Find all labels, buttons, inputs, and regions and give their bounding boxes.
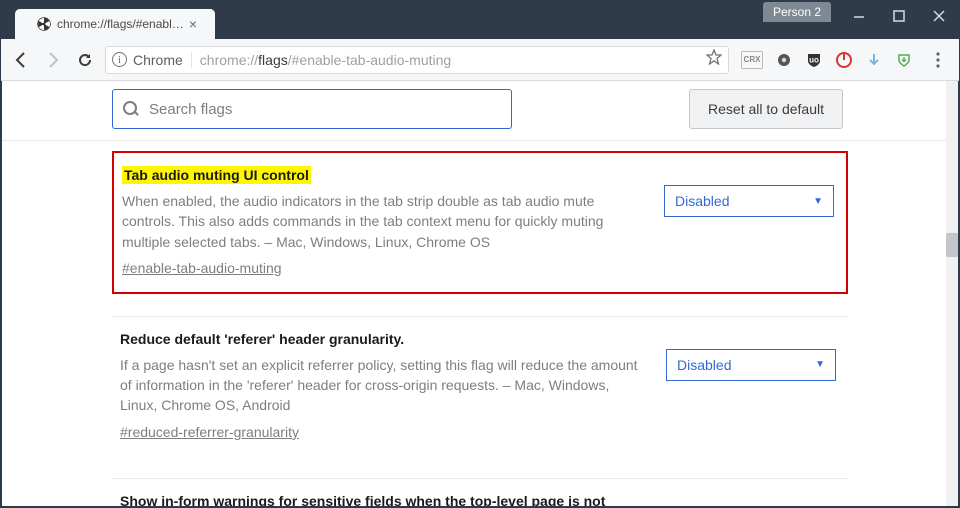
flag-value-label: Disabled — [675, 193, 729, 209]
download-shield-icon[interactable] — [895, 51, 913, 69]
svg-text:uo: uo — [809, 55, 819, 64]
flag-enable-tab-audio-muting: Tab audio muting UI control When enabled… — [112, 151, 848, 294]
tab-close-icon[interactable]: × — [189, 16, 197, 32]
profile-badge[interactable]: Person 2 — [763, 2, 831, 22]
search-flags-box[interactable] — [112, 89, 512, 129]
page-content: Reset all to default Tab audio muting UI… — [2, 81, 958, 506]
flag-enable-http-form-warning: Show in-form warnings for sensitive fiel… — [112, 479, 848, 506]
origin-chip: i Chrome — [112, 52, 192, 68]
flag-title: Reduce default 'referer' header granular… — [120, 331, 404, 347]
flag-anchor-link[interactable]: #enable-tab-audio-muting — [122, 260, 282, 276]
flag-value-select[interactable]: Disabled ▼ — [666, 349, 836, 381]
flag-value-label: Disabled — [677, 357, 731, 373]
window-close-button[interactable] — [919, 1, 959, 31]
flag-reduced-referrer-granularity: Reduce default 'referer' header granular… — [112, 317, 848, 456]
extension-icons: CRX uo — [737, 51, 951, 69]
chevron-down-icon: ▼ — [815, 359, 825, 370]
origin-label: Chrome — [133, 52, 183, 68]
radiation-icon — [37, 17, 51, 31]
bookmark-star-icon[interactable] — [706, 49, 722, 70]
back-button[interactable] — [9, 48, 33, 72]
reload-button[interactable] — [73, 48, 97, 72]
chevron-down-icon: ▼ — [813, 196, 823, 207]
flags-list: Tab audio muting UI control When enabled… — [2, 141, 958, 506]
forward-button — [41, 48, 65, 72]
flag-title: Show in-form warnings for sensitive fiel… — [120, 493, 605, 506]
download-arrow-icon[interactable] — [865, 51, 883, 69]
ublock-icon[interactable]: uo — [805, 51, 823, 69]
tab-title: chrome://flags/#enable-t — [57, 17, 185, 31]
flag-anchor-link[interactable]: #reduced-referrer-granularity — [120, 424, 299, 440]
flag-description: If a page hasn't set an explicit referre… — [120, 355, 646, 416]
browser-window: Person 2 chrome:/ — [0, 0, 960, 508]
scrollbar-track[interactable] — [946, 81, 958, 506]
window-minimize-button[interactable] — [839, 1, 879, 31]
flag-value-select[interactable]: Disabled ▼ — [664, 185, 834, 217]
extension-gear-icon[interactable] — [775, 51, 793, 69]
search-icon — [123, 101, 139, 117]
search-flags-input[interactable] — [149, 101, 501, 118]
extension-red-icon[interactable] — [835, 51, 853, 69]
reset-all-button[interactable]: Reset all to default — [689, 89, 843, 129]
flag-description: When enabled, the audio indicators in th… — [122, 191, 644, 252]
chrome-menu-button[interactable] — [929, 51, 947, 69]
url-text: chrome://flags/#enable-tab-audio-muting — [200, 52, 698, 68]
crx-icon[interactable]: CRX — [741, 51, 763, 69]
toolbar: i Chrome chrome://flags/#enable-tab-audi… — [1, 39, 959, 81]
flags-header-row: Reset all to default — [2, 81, 958, 141]
browser-tab[interactable]: chrome://flags/#enable-t × — [15, 9, 215, 39]
flag-title: Tab audio muting UI control — [122, 166, 311, 184]
omnibox[interactable]: i Chrome chrome://flags/#enable-tab-audi… — [105, 46, 729, 74]
scrollbar-thumb[interactable] — [946, 233, 958, 257]
window-maximize-button[interactable] — [879, 1, 919, 31]
info-icon: i — [112, 52, 127, 67]
